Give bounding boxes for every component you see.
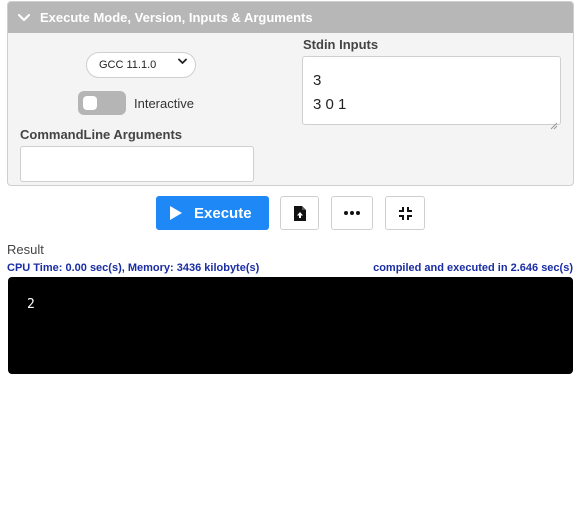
resize-grip-icon[interactable]: [550, 114, 558, 130]
minimize-button[interactable]: [385, 196, 425, 230]
interactive-label: Interactive: [134, 95, 194, 111]
select-caret-icon: [178, 57, 187, 68]
panel-title: Execute Mode, Version, Inputs & Argument…: [40, 10, 313, 25]
version-select[interactable]: GCC 11.1.0: [86, 52, 196, 78]
stdin-line: 3 0 1: [313, 96, 347, 113]
more-options-button[interactable]: [331, 196, 373, 230]
play-icon: [170, 206, 182, 220]
version-value: GCC 11.1.0: [99, 59, 157, 71]
file-upload-icon: [293, 205, 306, 221]
result-label: Result: [7, 242, 44, 257]
interactive-toggle-group: Interactive: [78, 91, 194, 115]
toggle-knob: [83, 96, 97, 110]
chevron-down-icon: [17, 11, 31, 25]
compress-icon: [398, 206, 412, 220]
cmd-args-input[interactable]: [20, 146, 254, 182]
execute-label: Execute: [194, 204, 252, 222]
ellipsis-icon: [344, 211, 360, 215]
execute-options-panel: Execute Mode, Version, Inputs & Argument…: [7, 1, 574, 186]
interactive-toggle[interactable]: [78, 91, 126, 115]
compile-time-info: compiled and executed in 2.646 sec(s): [373, 262, 573, 274]
stdin-label: Stdin Inputs: [303, 37, 379, 52]
execute-button[interactable]: Execute: [156, 196, 269, 230]
panel-header[interactable]: Execute Mode, Version, Inputs & Argument…: [8, 2, 573, 33]
compiler-page: Execute Mode, Version, Inputs & Argument…: [0, 0, 584, 509]
result-output[interactable]: 2: [8, 277, 573, 374]
cmd-args-label: CommandLine Arguments: [20, 127, 183, 142]
upload-file-button[interactable]: [280, 196, 319, 230]
stdin-line: 3: [313, 72, 322, 89]
output-text: 2: [27, 297, 35, 312]
stdin-textarea[interactable]: 3 3 0 1: [302, 56, 561, 130]
cpu-memory-stats: CPU Time: 0.00 sec(s), Memory: 3436 kilo…: [7, 262, 260, 274]
